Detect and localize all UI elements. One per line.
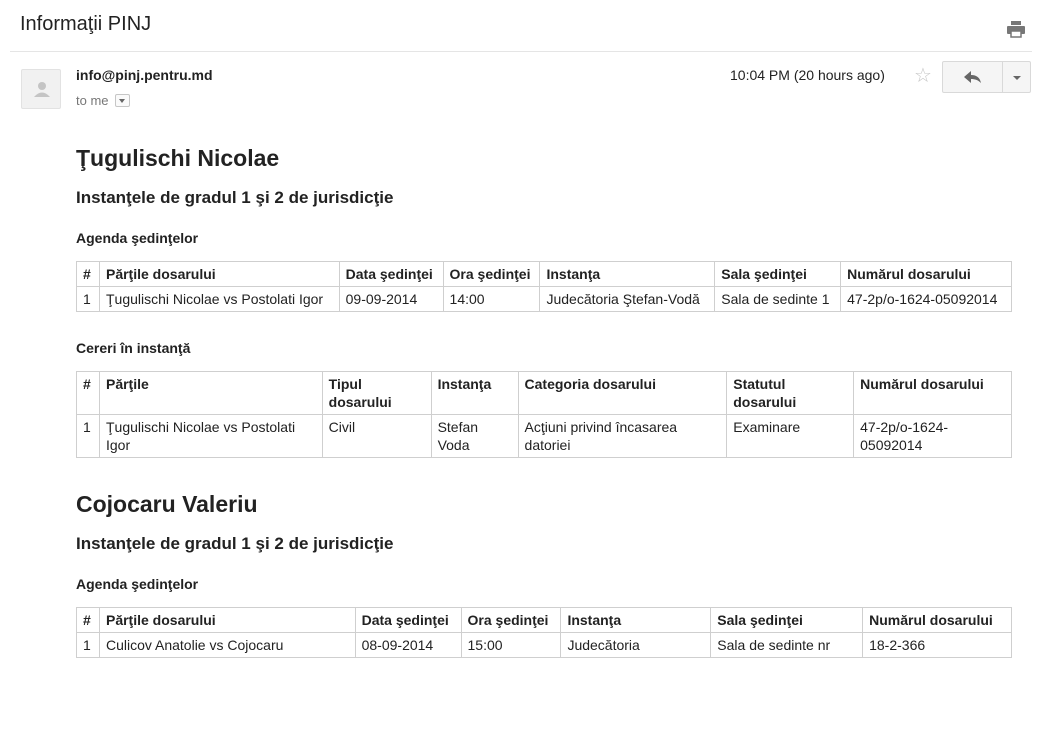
table-cell: Ţugulischi Nicolae vs Postolati Igor (98, 286, 340, 312)
column-header: Tipul dosarului (321, 371, 432, 415)
default-avatar-icon (34, 82, 50, 97)
table-row: 1 Ţugulischi Nicolae vs Postolati Igor C… (76, 414, 1012, 458)
jurisdiction-title: Instanţele de gradul 1 şi 2 de jurisdicţ… (76, 534, 394, 553)
column-header: # (76, 371, 100, 415)
agenda-table: # Părţile dosarului Data şedinţei Ora şe… (76, 261, 1012, 312)
table-row: 1 Ţugulischi Nicolae vs Postolati Igor 0… (76, 286, 1012, 312)
column-header: Data şedinţei (338, 261, 444, 287)
recipient-details-dropdown[interactable] (115, 94, 131, 107)
sender-avatar[interactable] (21, 69, 61, 109)
requests-title: Cereri în instanţă (76, 340, 191, 356)
agenda-table: # Părţile dosarului Data şedinţei Ora şe… (76, 607, 1012, 658)
person-name: Ţugulischi Nicolae (76, 145, 280, 171)
column-header: Categoria dosarului (517, 371, 728, 415)
email-body: Ţugulischi Nicolae Instanţele de gradul … (76, 143, 1012, 658)
column-header: Instanţa (430, 371, 519, 415)
reply-button[interactable] (942, 61, 1003, 93)
email-timestamp: 10:04 PM (20 hours ago) (730, 67, 885, 83)
table-cell: 1 (76, 286, 100, 312)
table-cell: 47-2p/o-1624-05092014 (840, 286, 1012, 312)
recipient-label: to me (76, 93, 109, 108)
jurisdiction-title: Instanţele de gradul 1 şi 2 de jurisdicţ… (76, 188, 394, 207)
table-cell: 08-09-2014 (354, 632, 462, 658)
column-header: Părţile dosarului (98, 261, 340, 287)
column-header: Ora şedinţei (442, 261, 541, 287)
requests-table: # Părţile Tipul dosarului Instanţa Categ… (76, 371, 1012, 458)
table-cell: 1 (76, 632, 100, 658)
column-header: Numărul dosarului (853, 371, 1012, 415)
table-cell: 47-2p/o-1624-05092014 (853, 414, 1012, 458)
table-cell: Civil (321, 414, 432, 458)
column-header: Părţile (98, 371, 323, 415)
print-icon[interactable] (1006, 19, 1026, 39)
table-header-row: # Părţile Tipul dosarului Instanţa Categ… (76, 371, 1012, 415)
column-header: Părţile dosarului (98, 607, 356, 633)
column-header: Sala şedinţei (714, 261, 842, 287)
table-cell: Judecătoria Ştefan-Vodă (539, 286, 716, 312)
agenda-title: Agenda şedinţelor (76, 576, 199, 592)
agenda-title: Agenda şedinţelor (76, 230, 199, 246)
column-header: Numărul dosarului (840, 261, 1012, 287)
table-cell: Acţiuni privind încasarea datoriei (517, 414, 728, 458)
table-cell: 1 (76, 414, 100, 458)
table-cell: Sala de sedinte 1 (714, 286, 842, 312)
star-icon[interactable]: ☆ (914, 66, 932, 86)
more-options-button[interactable] (1003, 61, 1031, 93)
reply-arrow-icon (963, 71, 981, 83)
column-header: Numărul dosarului (862, 607, 1012, 633)
person-name: Cojocaru Valeriu (76, 491, 258, 517)
column-header: Ora şedinţei (460, 607, 562, 633)
sender-email[interactable]: info@pinj.pentru.md (76, 67, 213, 83)
reply-button-group (942, 61, 1031, 93)
table-header-row: # Părţile dosarului Data şedinţei Ora şe… (76, 607, 1012, 633)
table-cell: 15:00 (460, 632, 562, 658)
table-cell: Judecătoria (560, 632, 712, 658)
recipient-line: to me (76, 93, 131, 108)
column-header: Instanţa (539, 261, 716, 287)
header-divider (10, 51, 1032, 52)
table-cell: Stefan Voda (430, 414, 519, 458)
table-cell: 14:00 (442, 286, 541, 312)
table-row: 1 Culicov Anatolie vs Cojocaru 08-09-201… (76, 632, 1012, 658)
table-header-row: # Părţile dosarului Data şedinţei Ora şe… (76, 261, 1012, 287)
column-header: Statutul dosarului (726, 371, 855, 415)
table-cell: 18-2-366 (862, 632, 1012, 658)
table-cell: Sala de sedinte nr (710, 632, 864, 658)
column-header: # (76, 607, 100, 633)
column-header: # (76, 261, 100, 287)
column-header: Instanţa (560, 607, 712, 633)
email-subject: Informaţii PINJ (20, 13, 152, 35)
table-cell: Culicov Anatolie vs Cojocaru (98, 632, 356, 658)
table-cell: 09-09-2014 (338, 286, 444, 312)
column-header: Sala şedinţei (710, 607, 864, 633)
table-cell: Examinare (726, 414, 855, 458)
table-cell: Ţugulischi Nicolae vs Postolati Igor (98, 414, 323, 458)
column-header: Data şedinţei (354, 607, 462, 633)
